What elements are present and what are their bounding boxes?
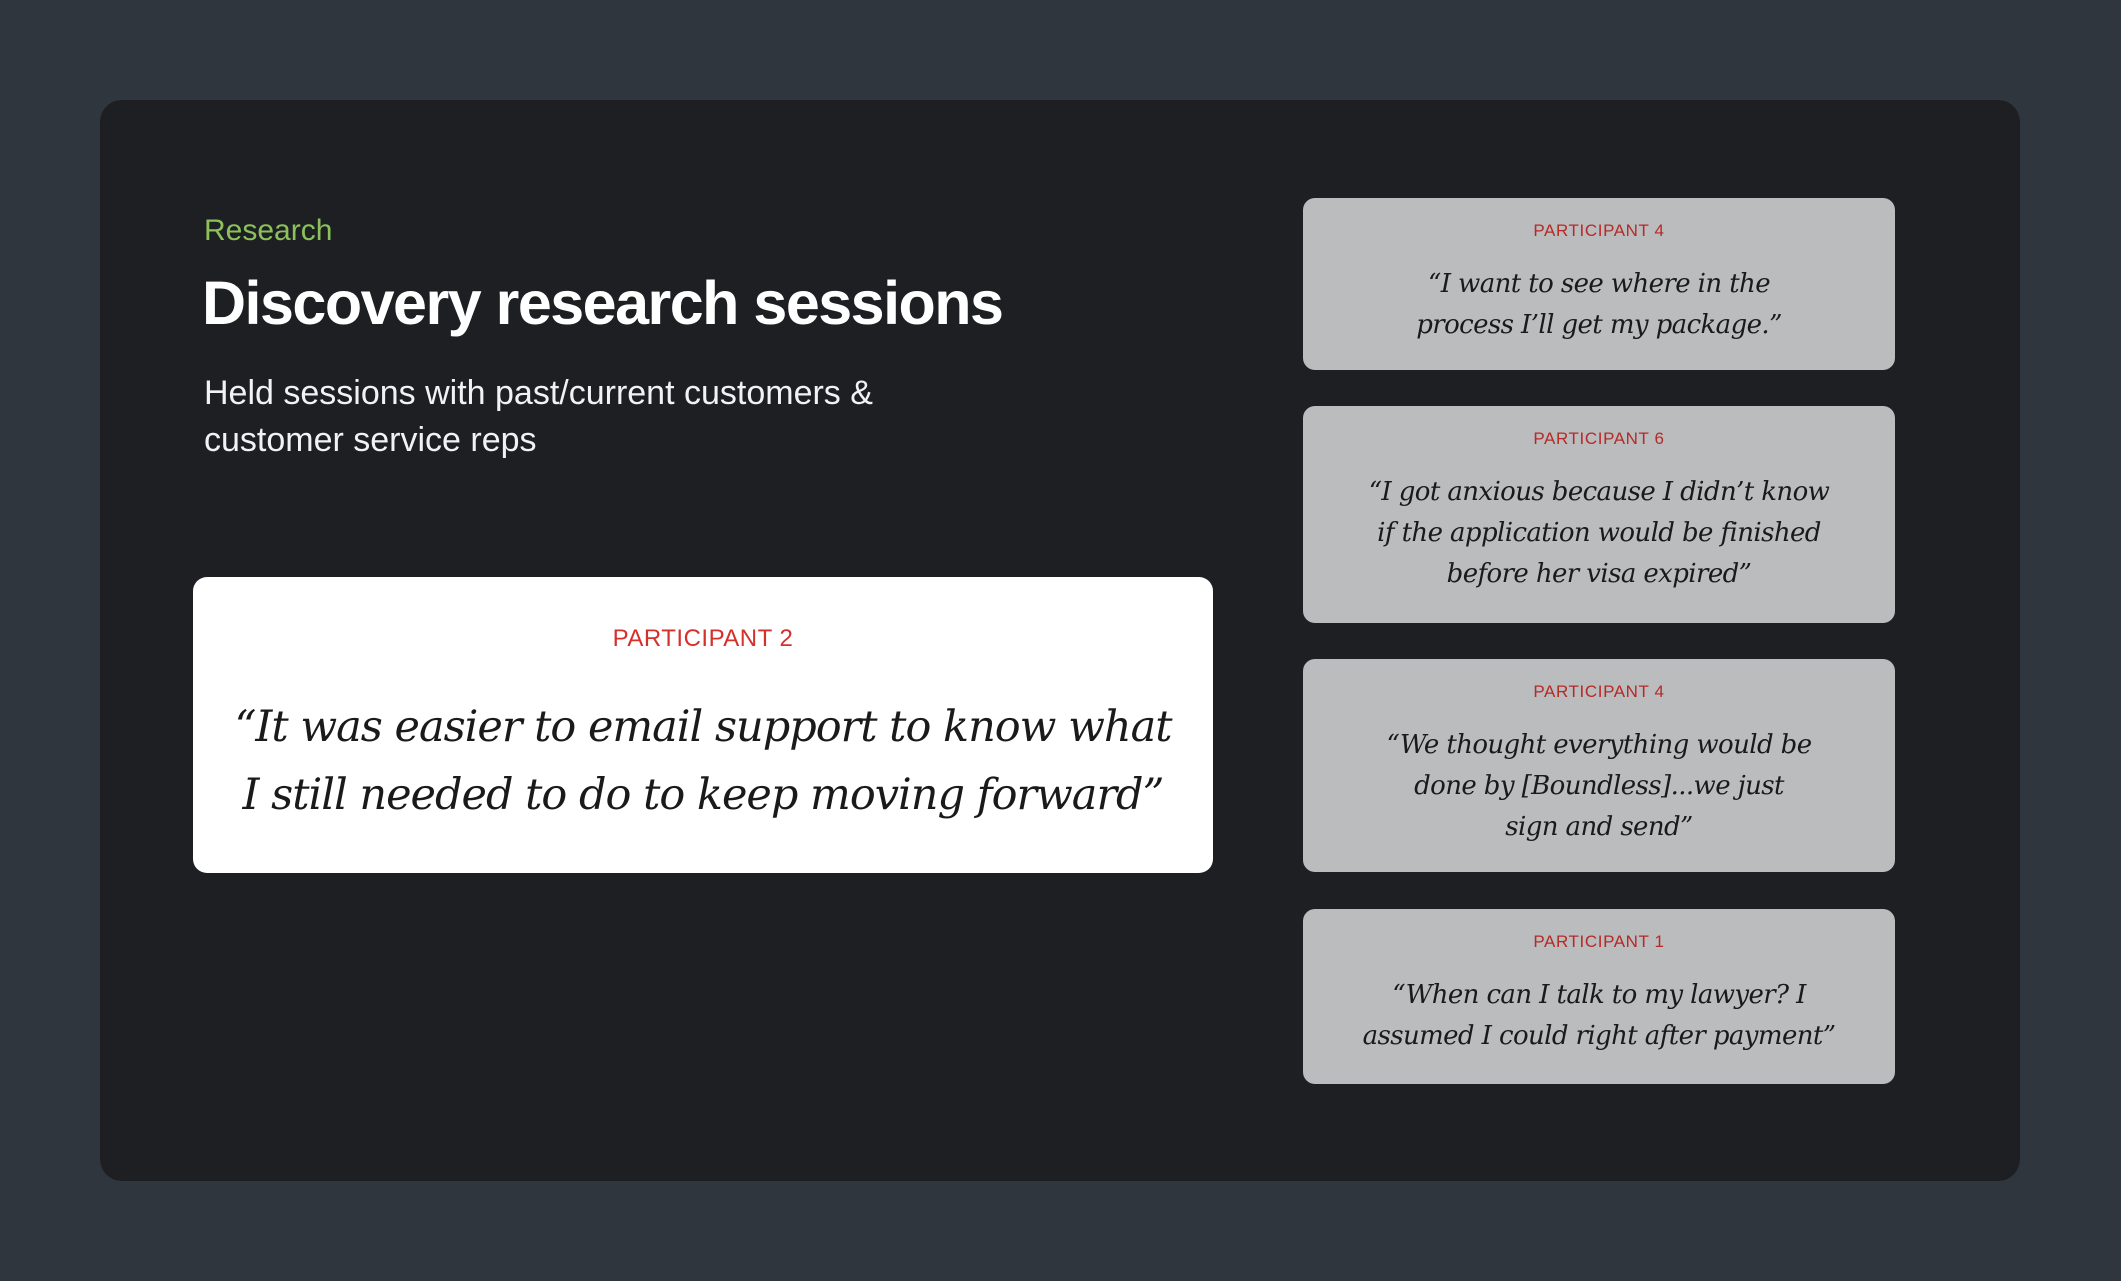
quote-card: PARTICIPANT 4 “I want to see where in th… <box>1303 198 1895 370</box>
participant-label: PARTICIPANT 6 <box>1533 429 1665 448</box>
section-eyebrow: Research <box>204 214 333 247</box>
featured-quote-text: “It was easier to email support to know … <box>234 702 1172 820</box>
quote-card: PARTICIPANT 4 “We thought everything wou… <box>1303 659 1895 872</box>
slide-subtitle: Held sessions with past/current customer… <box>204 374 873 459</box>
participant-label: PARTICIPANT 1 <box>1533 932 1665 951</box>
featured-quote-card: PARTICIPANT 2 “It was easier to email su… <box>193 577 1213 873</box>
participant-label: PARTICIPANT 4 <box>1533 221 1665 240</box>
quote-card: PARTICIPANT 6 “I got anxious because I d… <box>1303 406 1895 623</box>
quote-text: “I want to see where in the process I’ll… <box>1416 269 1782 340</box>
quote-card: PARTICIPANT 1 “When can I talk to my law… <box>1303 909 1895 1084</box>
featured-participant-label: PARTICIPANT 2 <box>612 625 794 652</box>
quote-text: “When can I talk to my lawyer? I assumed… <box>1362 980 1836 1051</box>
research-slide: Research Discovery research sessions Hel… <box>100 100 2020 1181</box>
slide-title: Discovery research sessions <box>202 269 1004 337</box>
quote-text: “I got anxious because I didn’t know if … <box>1368 477 1830 589</box>
quote-text: “We thought everything would be done by … <box>1386 730 1812 842</box>
participant-label: PARTICIPANT 4 <box>1533 682 1665 701</box>
